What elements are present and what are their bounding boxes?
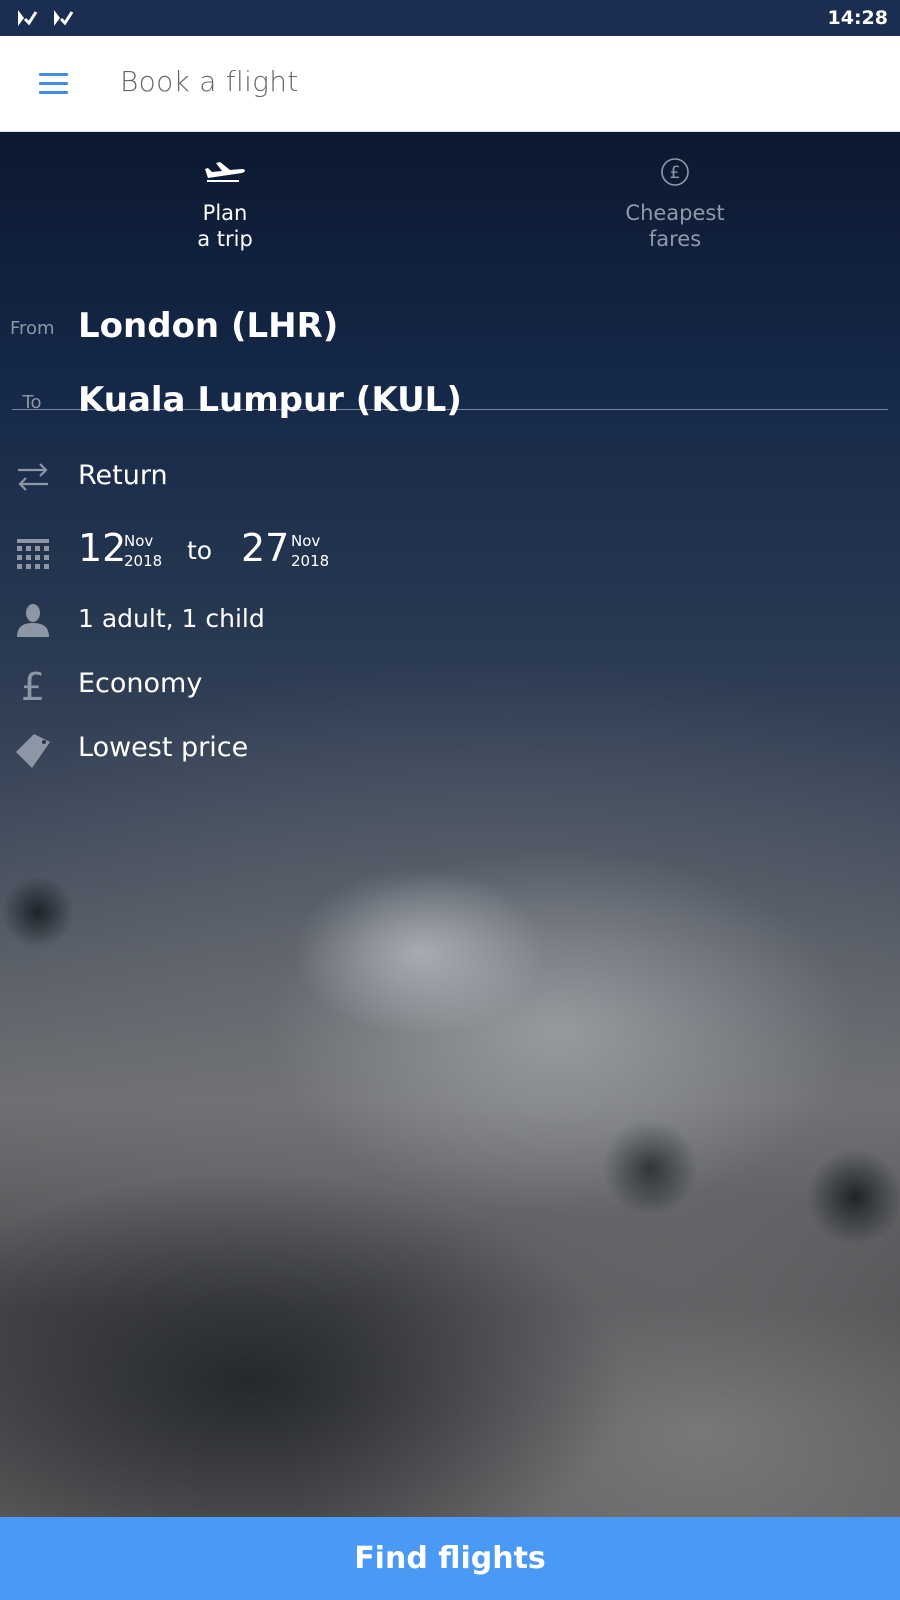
app-bar: Book a flight (0, 36, 900, 132)
airline-notification-icon (54, 10, 74, 26)
from-value: London (LHR) (78, 306, 339, 346)
trip-type-field[interactable]: Return (0, 456, 900, 500)
airplane-icon (205, 162, 245, 182)
tab-label: Plan a trip (197, 201, 253, 251)
return-day: 27 (241, 526, 290, 570)
mode-tabs: Plan a trip £ Cheapest fares (0, 132, 900, 410)
airline-notification-icon (18, 10, 38, 26)
tab-label: Cheapest fares (625, 201, 725, 251)
return-year: 2018 (291, 552, 330, 570)
calendar-icon (17, 539, 49, 569)
trip-type-value: Return (78, 460, 168, 491)
tab-cheapest-fares[interactable]: £ Cheapest fares (525, 132, 825, 278)
page-title: Book a flight (120, 65, 299, 98)
pound-icon: £ (21, 666, 45, 704)
tab-plan-a-trip[interactable]: Plan a trip (75, 132, 375, 278)
depart-month: Nov (124, 532, 154, 550)
depart-year: 2018 (124, 552, 163, 570)
dates-field[interactable]: 12 Nov 2018 to 27 Nov 2018 (0, 526, 900, 578)
depart-day: 12 (78, 526, 127, 570)
cabin-class-value: Economy (78, 668, 203, 699)
return-month: Nov (291, 532, 321, 550)
date-separator: to (187, 536, 213, 565)
book-flight-screen: 14:28 Book a flight Plan a trip £ Cheape… (0, 0, 900, 1600)
to-value: Kuala Lumpur (KUL) (78, 380, 462, 420)
swap-arrows-icon (18, 463, 48, 491)
to-field[interactable]: To Kuala Lumpur (KUL) (0, 376, 900, 432)
from-field[interactable]: From London (LHR) (0, 302, 900, 358)
to-label: To (22, 392, 42, 413)
from-label: From (10, 318, 55, 339)
person-icon (17, 604, 49, 637)
status-clock: 14:28 (827, 7, 888, 29)
hamburger-menu-icon[interactable] (30, 64, 78, 104)
passengers-value: 1 adult, 1 child (78, 604, 265, 633)
tag-icon (16, 734, 50, 768)
svg-text:£: £ (670, 163, 681, 183)
sort-field[interactable]: Lowest price (0, 728, 900, 772)
svg-text:£: £ (21, 666, 45, 704)
find-flights-button[interactable]: Find flights (0, 1517, 900, 1600)
status-bar: 14:28 (0, 0, 900, 36)
pound-circle-icon: £ (661, 158, 689, 186)
sort-value: Lowest price (78, 732, 249, 763)
cabin-class-field[interactable]: £ Economy (0, 664, 900, 708)
passengers-field[interactable]: 1 adult, 1 child (0, 600, 900, 644)
